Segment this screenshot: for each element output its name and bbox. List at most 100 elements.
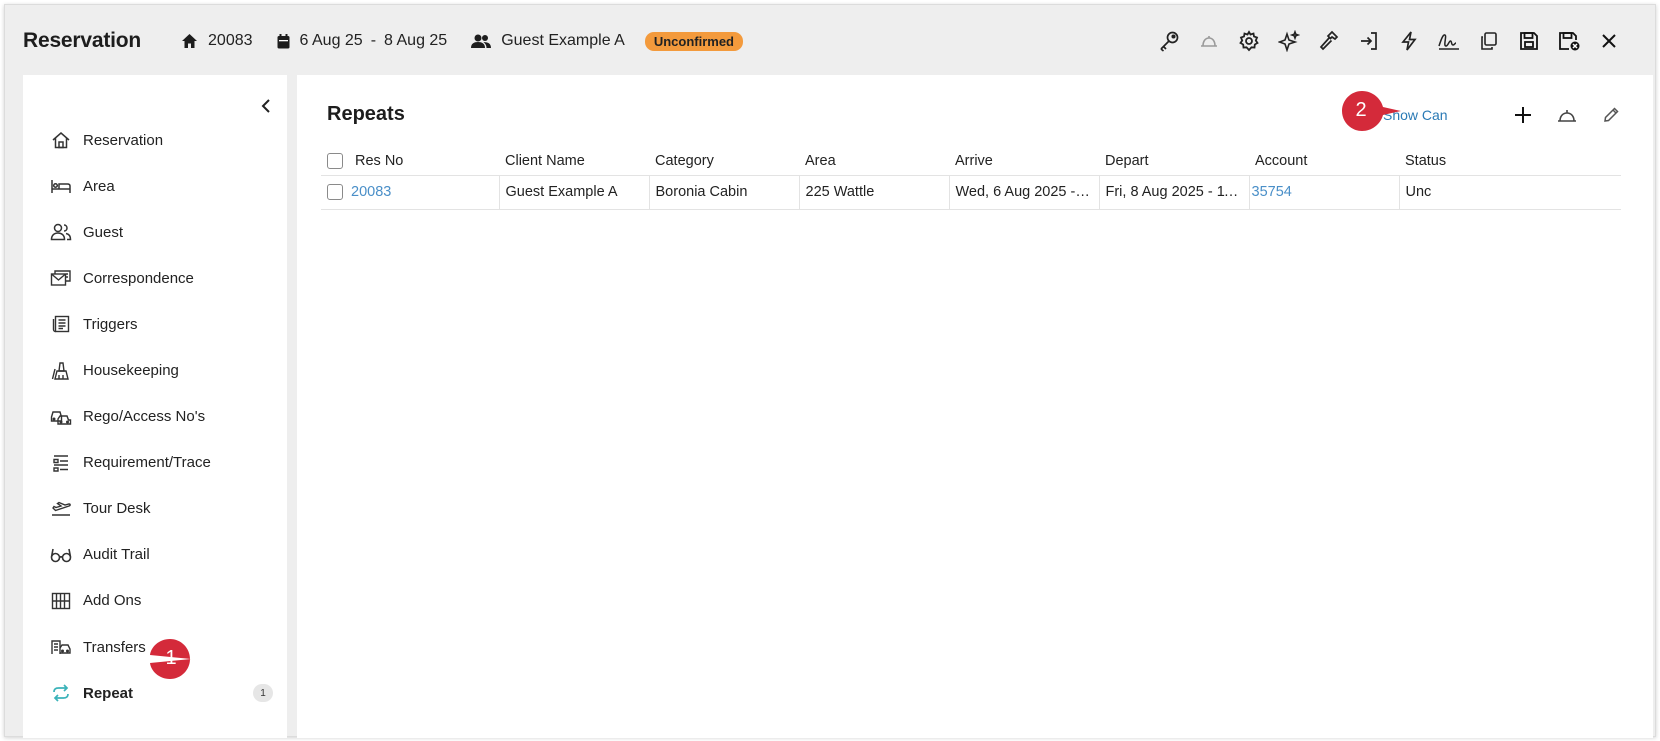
callout-1: 1 (137, 638, 191, 679)
column-header-category[interactable]: Category (649, 147, 799, 175)
cell-arrive: Wed, 6 Aug 2025 - 3:... (948, 174, 1099, 210)
sidebar-item-tour-desk[interactable]: Tour Desk (23, 486, 287, 532)
cell-status: Unc (1398, 174, 1621, 210)
add-repeat-button[interactable] (1501, 97, 1545, 133)
cell-category: Boronia Cabin (648, 174, 799, 210)
panel-title: Repeats (327, 103, 405, 125)
sidebar-item-area[interactable]: Area (23, 163, 287, 209)
date-separator: - (370, 32, 377, 49)
key-icon[interactable] (1149, 21, 1189, 61)
close-icon[interactable] (1589, 21, 1629, 61)
row-select-cell (321, 174, 349, 210)
gear-icon[interactable] (1229, 21, 1269, 61)
repeat-count-badge: 1 (253, 684, 273, 703)
callout-2: 2 (1341, 90, 1401, 131)
sidebar-item-guest[interactable]: Guest (23, 209, 287, 255)
guest-name: Guest Example A (471, 32, 625, 50)
table-row[interactable]: 20083 Guest Example A Boronia Cabin 225 … (321, 174, 1621, 210)
cell-res-no: 20083 (349, 174, 499, 210)
sidebar-item-label: Triggers (83, 315, 138, 333)
res-number: 20083 (181, 32, 253, 50)
users-icon (49, 220, 73, 244)
chevron-left-icon (261, 99, 270, 113)
sidebar-item-requirement-trace[interactable]: Requirement/Trace (23, 440, 287, 486)
column-header-area[interactable]: Area (799, 147, 949, 175)
hammer-icon[interactable] (1309, 21, 1349, 61)
sidebar-item-correspondence[interactable]: Correspondence (23, 255, 287, 301)
trigger-icon (49, 312, 73, 336)
date-from: 6 Aug 25 (299, 32, 363, 49)
column-header-client-name[interactable]: Client Name (499, 147, 649, 175)
housekeeping-icon (49, 359, 73, 383)
pencil-icon (1604, 107, 1619, 122)
copy-icon[interactable] (1469, 21, 1509, 61)
sidebar-item-add-ons[interactable]: Add Ons (23, 578, 287, 624)
edit-button[interactable] (1589, 97, 1633, 133)
signature-icon[interactable] (1429, 21, 1469, 61)
guest-name-value: Guest Example A (501, 32, 625, 49)
grid-icon (49, 589, 73, 613)
column-header-status[interactable]: Status (1399, 147, 1621, 175)
date-to: 8 Aug 25 (384, 32, 448, 49)
cell-client-name: Guest Example A (498, 174, 649, 210)
reservation-window: Reservation 20083 6 Aug 25 - 8 Aug 25 Gu… (4, 4, 1656, 738)
table-header-row: Res No Client Name Category Area Arrive … (321, 147, 1621, 175)
sidebar-item-label: Repeat (83, 684, 134, 702)
repeat-icon (49, 681, 73, 705)
collapse-sidebar-button[interactable] (253, 93, 279, 119)
bell-button[interactable] (1545, 97, 1589, 133)
check-in-icon[interactable] (1349, 21, 1389, 61)
row-checkbox[interactable] (327, 184, 343, 201)
sidebar-item-label: Guest (83, 223, 124, 241)
sparkle-icon[interactable] (1269, 21, 1309, 61)
sidebar-item-triggers[interactable]: Triggers (23, 301, 287, 347)
bell-icon (1558, 110, 1576, 122)
select-all-cell (321, 147, 349, 175)
sidebar-item-label: Add Ons (83, 592, 142, 610)
cell-depart: Fri, 8 Aug 2025 - 11:0... (1098, 174, 1249, 210)
toolbar (1149, 5, 1629, 77)
column-header-depart[interactable]: Depart (1099, 147, 1249, 175)
res-no-link[interactable]: 20083 (351, 184, 391, 200)
repeats-table: Res No Client Name Category Area Arrive … (321, 147, 1621, 210)
sidebar-item-label: Rego/Access No's (83, 408, 206, 426)
sidebar-item-reservation[interactable]: Reservation (23, 117, 287, 163)
column-header-arrive[interactable]: Arrive (949, 147, 1099, 175)
home-icon (49, 128, 73, 152)
sidebar-item-housekeeping[interactable]: Housekeeping (23, 347, 287, 393)
save-close-icon[interactable] (1549, 21, 1589, 61)
home-icon (182, 34, 198, 48)
sidebar-item-label: Tour Desk (83, 500, 151, 518)
transfer-icon (49, 635, 73, 659)
save-icon[interactable] (1509, 21, 1549, 61)
column-header-res-no[interactable]: Res No (349, 147, 499, 175)
glasses-icon (49, 543, 73, 567)
callout-2-number: 2 (1355, 98, 1367, 121)
callout-1-number: 1 (165, 646, 177, 669)
sidebar-item-rego-access[interactable]: Rego/Access No's (23, 394, 287, 440)
sidebar-item-label: Reservation (83, 131, 164, 149)
res-number-value: 20083 (208, 32, 253, 49)
lightning-icon[interactable] (1389, 21, 1429, 61)
status-badge: Unconfirmed (644, 31, 743, 51)
users-icon (471, 34, 492, 48)
sidebar-nav: Reservation Area Guest Correspondence Tr… (23, 117, 287, 716)
column-header-account[interactable]: Account (1249, 147, 1399, 175)
sidebar-item-label: Audit Trail (83, 546, 150, 564)
list-icon (49, 451, 73, 475)
sidebar-item-audit-trail[interactable]: Audit Trail (23, 532, 287, 578)
plane-icon (49, 497, 73, 521)
repeats-panel: Repeats Show Cancelled Res No C (297, 75, 1653, 738)
header: Reservation 20083 6 Aug 25 - 8 Aug 25 Gu… (5, 5, 1655, 77)
date-range: 6 Aug 25 - 8 Aug 25 (277, 32, 448, 50)
car-icon (49, 405, 73, 429)
select-all-checkbox[interactable] (327, 152, 343, 169)
mail-icon (49, 266, 73, 290)
sidebar-item-label: Area (83, 177, 115, 195)
cell-account: 35754 (1248, 174, 1399, 210)
sidebar-item-label: Requirement/Trace (83, 454, 211, 472)
account-link[interactable]: 35754 (1252, 184, 1292, 200)
calendar-icon (277, 33, 290, 48)
sidebar-item-label: Housekeeping (83, 362, 179, 380)
bell-icon[interactable] (1189, 21, 1229, 61)
